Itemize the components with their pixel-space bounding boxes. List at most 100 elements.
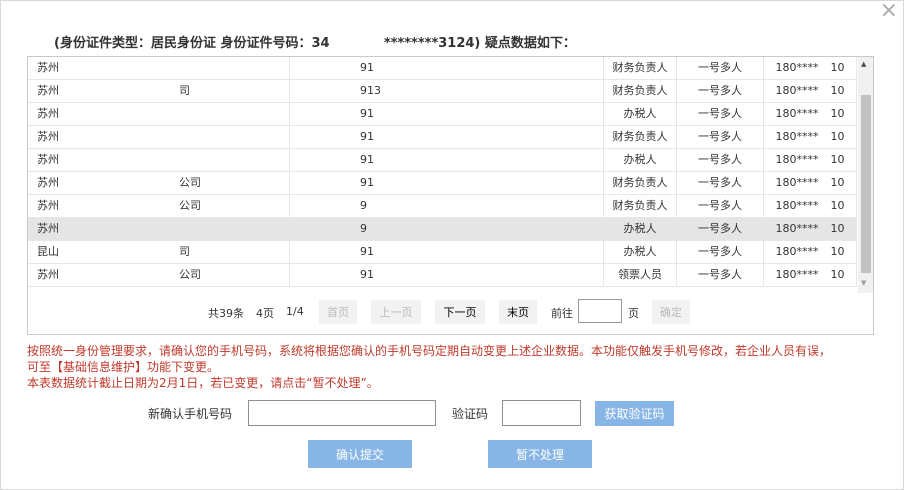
company-suffix: 司 (179, 84, 190, 97)
phone-suffix: 10 (830, 245, 845, 258)
code-label: 验证码 (452, 407, 489, 421)
table-row[interactable]: 苏州 公司 91 领票人员 一号多人 180**** 10 (28, 264, 857, 287)
goto-confirm-button[interactable]: 确定 (652, 300, 690, 324)
role-cell: 办税人 (604, 149, 677, 171)
get-code-button[interactable]: 获取验证码 (595, 401, 674, 426)
dialog-header: (身份证件类型：居民身份证 身份证件号码：34 ********3124) 疑点… (54, 36, 576, 51)
skip-button[interactable]: 暂不处理 (488, 440, 592, 468)
issue-type-cell: 一号多人 (677, 172, 764, 194)
issue-type-cell: 一号多人 (677, 218, 764, 240)
tax-id-cell: 9 (290, 218, 604, 240)
company-prefix: 苏州 (37, 268, 59, 281)
tax-id-prefix: 9 (360, 222, 367, 235)
role-cell: 领票人员 (604, 264, 677, 286)
code-input[interactable] (502, 400, 581, 426)
tax-id-prefix: 91 (360, 61, 374, 74)
scrollbar[interactable]: ▲ ▼ (858, 57, 873, 293)
scroll-down-icon[interactable]: ▼ (861, 279, 866, 287)
table-row[interactable]: 昆山 司 91 办税人 一号多人 180**** 10 (28, 241, 857, 264)
company-prefix: 苏州 (37, 107, 59, 120)
notice-line-3: 本表数据统计截止日期为2月1日，若已变更，请点击“暂不处理”。 (27, 376, 379, 390)
tax-id-cell: 91 (290, 103, 604, 125)
table-row[interactable]: 苏州 公司 91 财务负责人 一号多人 180**** 10 (28, 172, 857, 195)
issue-type-cell: 一号多人 (677, 264, 764, 286)
phone-prefix: 180**** (775, 130, 819, 143)
redaction-mask (61, 172, 179, 194)
table-row[interactable]: 苏州 9 办税人 一号多人 180**** 10 (28, 218, 857, 241)
phone-suffix: 10 (830, 107, 845, 120)
phone-cell: 180**** 10 (764, 103, 857, 125)
table-row[interactable]: 苏州 91 办税人 一号多人 180**** 10 (28, 103, 857, 126)
phone-suffix: 10 (830, 61, 845, 74)
phone-prefix: 180**** (775, 199, 819, 212)
table-body: 苏州 91 财务负责人 一号多人 180**** 10 苏州司 913 财务负责人 一号多人 180… (28, 57, 857, 293)
page-number-input[interactable] (578, 299, 622, 323)
phone-suffix: 10 (830, 222, 845, 235)
phone-suffix: 10 (830, 153, 845, 166)
phone-suffix: 10 (830, 176, 845, 189)
scrollbar-thumb[interactable] (861, 95, 871, 273)
phone-cell: 180**** 10 (764, 149, 857, 171)
company-prefix: 苏州 (37, 153, 59, 166)
tax-id-prefix: 91 (360, 130, 374, 143)
phone-prefix: 180**** (775, 61, 819, 74)
company-cell: 苏州 司 (28, 80, 290, 102)
redaction-mask (61, 218, 211, 240)
last-page-button[interactable]: 末页 (499, 300, 537, 324)
issue-type-cell: 一号多人 (677, 149, 764, 171)
tax-id-cell: 91 (290, 264, 604, 286)
phone-cell: 180**** 10 (764, 264, 857, 286)
submit-button[interactable]: 确认提交 (308, 440, 412, 468)
redaction-mask (61, 264, 179, 286)
phone-cell: 180**** 10 (764, 80, 857, 102)
role-cell: 财务负责人 (604, 80, 677, 102)
first-page-button[interactable]: 首页 (319, 300, 357, 324)
table-row[interactable]: 苏州 91 办税人 一号多人 180**** 10 (28, 149, 857, 172)
issue-type-cell: 一号多人 (677, 241, 764, 263)
phone-prefix: 180**** (775, 107, 819, 120)
current-page: 1/4 (286, 305, 304, 318)
tax-id-cell: 913 (290, 80, 604, 102)
company-prefix: 苏州 (37, 130, 59, 143)
issue-type-cell: 一号多人 (677, 80, 764, 102)
company-prefix: 苏州 (37, 61, 59, 74)
tax-id-cell: 9 (290, 195, 604, 217)
tax-id-cell: 91 (290, 57, 604, 79)
scroll-up-icon[interactable]: ▲ (861, 60, 866, 68)
phone-prefix: 180**** (775, 176, 819, 189)
redaction-mask (61, 195, 179, 217)
company-cell: 苏州 (28, 103, 290, 125)
company-prefix: 苏州 (37, 84, 59, 97)
total-count: 共39条 (208, 307, 244, 320)
phone-suffix: 10 (830, 130, 845, 143)
issue-type-cell: 一号多人 (677, 126, 764, 148)
role-cell: 办税人 (604, 241, 677, 263)
company-prefix: 苏州 (37, 222, 59, 235)
next-page-button[interactable]: 下一页 (435, 300, 485, 324)
redaction-mask (61, 241, 179, 263)
table-row[interactable]: 苏州 91 财务负责人 一号多人 180**** 10 (28, 126, 857, 149)
company-suffix: 公司 (179, 199, 201, 212)
role-cell: 财务负责人 (604, 195, 677, 217)
table-row[interactable]: 苏州 司 913 财务负责人 一号多人 180**** 10 (28, 80, 857, 103)
pagination: 共39条 4页 1/4 首页 上一页 下一页 末页 前往 页 确定 (28, 297, 873, 327)
prev-page-button[interactable]: 上一页 (371, 300, 421, 324)
role-cell: 办税人 (604, 218, 677, 240)
phone-cell: 180**** 10 (764, 195, 857, 217)
role-cell: 办税人 (604, 103, 677, 125)
phone-suffix: 10 (830, 199, 845, 212)
phone-input[interactable] (248, 400, 436, 426)
redaction-mask (61, 57, 211, 79)
phone-cell: 180**** 10 (764, 241, 857, 263)
tax-id-cell: 91 (290, 241, 604, 263)
table-row[interactable]: 苏州 公司 9 财务负责人 一号多人 180**** 10 (28, 195, 857, 218)
table-row[interactable]: 苏州 91 财务负责人 一号多人 180**** 10 (28, 57, 857, 80)
phone-cell: 180**** 10 (764, 57, 857, 79)
phone-cell: 180**** 10 (764, 172, 857, 194)
suspect-data-table: 苏州 91 财务负责人 一号多人 180**** 10 苏州司 913 财务负责人 一号多人 180… (27, 56, 874, 335)
notice-text: 按照统一身份管理要求，请确认您的手机号码，系统将根据您确认的手机号码定期自动变更… (27, 343, 877, 391)
close-icon[interactable]: × (880, 0, 898, 22)
phone-prefix: 180**** (775, 222, 819, 235)
redaction-mask (61, 80, 179, 102)
company-cell: 昆山 司 (28, 241, 290, 263)
